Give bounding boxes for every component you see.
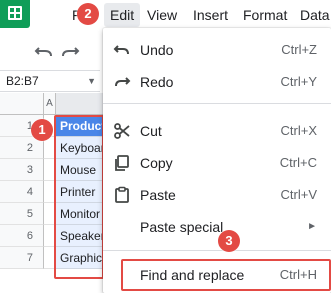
- scissors-icon: [113, 122, 131, 140]
- menu-item-copy[interactable]: Copy Ctrl+C: [103, 151, 331, 175]
- menu-item-shortcut: Ctrl+Y: [280, 74, 317, 89]
- selection-highlight-box: [54, 115, 104, 279]
- menu-data[interactable]: Data: [300, 6, 330, 26]
- step-marker-2: 2: [77, 3, 99, 25]
- menu-item-shortcut: Ctrl+C: [279, 155, 317, 170]
- name-box-value: B2:B7: [6, 74, 39, 88]
- menu-format[interactable]: Format: [243, 6, 287, 26]
- menu-bar: F Edit View Insert Format Data: [0, 0, 331, 30]
- step-marker-3: 3: [218, 230, 240, 252]
- clipboard-icon: [113, 186, 131, 204]
- name-box[interactable]: B2:B7 ▼: [0, 70, 100, 92]
- row-header[interactable]: 5: [0, 203, 44, 225]
- row-header[interactable]: 6: [0, 225, 44, 247]
- row-header[interactable]: 7: [0, 247, 44, 269]
- menu-divider: [103, 250, 331, 251]
- edit-menu-dropdown: Undo Ctrl+Z Redo Ctrl+Y Cut Ctrl+X Copy …: [103, 28, 331, 293]
- redo-icon[interactable]: [60, 40, 80, 60]
- menu-item-label: Cut: [140, 123, 162, 139]
- step-marker-1: 1: [31, 119, 53, 141]
- menu-item-label: Paste special: [140, 219, 224, 235]
- menu-insert[interactable]: Insert: [193, 6, 228, 26]
- column-header-a[interactable]: A: [44, 93, 56, 115]
- menu-item-shortcut: Ctrl+V: [280, 187, 317, 202]
- menu-item-undo[interactable]: Undo Ctrl+Z: [103, 38, 331, 62]
- menu-item-label: Copy: [140, 155, 173, 171]
- menu-item-paste-special[interactable]: Paste special ►: [103, 215, 331, 239]
- menu-view[interactable]: View: [147, 6, 177, 26]
- copy-icon: [113, 154, 131, 172]
- menu-item-redo[interactable]: Redo Ctrl+Y: [103, 70, 331, 94]
- chevron-down-icon: ▼: [87, 76, 96, 86]
- menu-divider: [103, 103, 331, 104]
- menu-edit[interactable]: Edit: [104, 3, 141, 27]
- submenu-arrow-icon: ►: [307, 221, 317, 232]
- menu-item-label: Undo: [140, 42, 174, 58]
- undo-icon: [113, 41, 131, 59]
- find-replace-highlight-box: [121, 259, 331, 291]
- menu-item-shortcut: Ctrl+X: [280, 123, 317, 138]
- menu-item-cut[interactable]: Cut Ctrl+X: [103, 119, 331, 143]
- grid-corner[interactable]: [0, 93, 44, 115]
- row-header[interactable]: 3: [0, 159, 44, 181]
- undo-icon[interactable]: [34, 40, 54, 60]
- menu-item-label: Redo: [140, 74, 174, 90]
- menu-item-label: Paste: [140, 187, 176, 203]
- menu-item-shortcut: Ctrl+Z: [281, 42, 317, 57]
- row-header[interactable]: 4: [0, 181, 44, 203]
- menu-item-paste[interactable]: Paste Ctrl+V: [103, 183, 331, 207]
- redo-icon: [113, 73, 131, 91]
